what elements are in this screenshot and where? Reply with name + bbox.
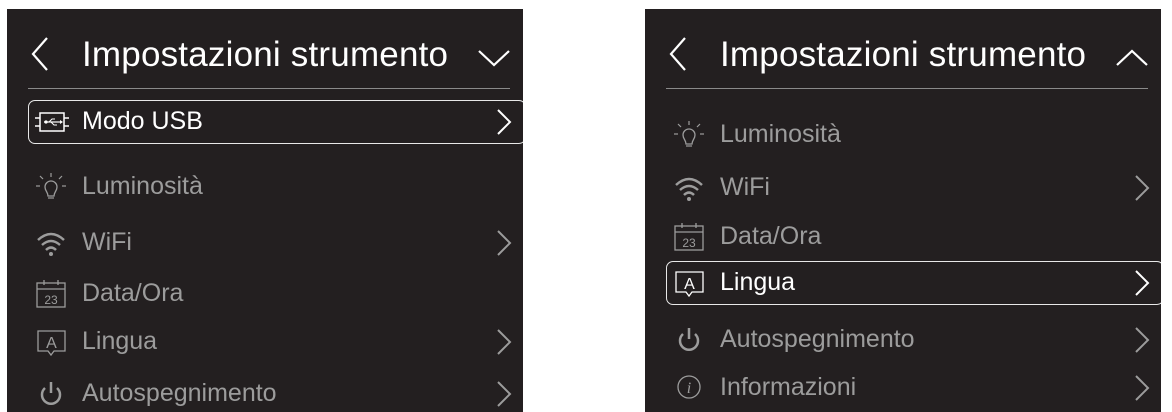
chevron-right-icon bbox=[1135, 175, 1150, 201]
info-icon: i bbox=[677, 375, 701, 399]
settings-screen-right: Impostazioni strumento Luminosità WiFi 2… bbox=[645, 9, 1161, 412]
menu-item-label: WiFi bbox=[720, 173, 770, 201]
menu-item-label: Luminosità bbox=[720, 120, 841, 148]
chevron-down-icon[interactable] bbox=[477, 48, 511, 68]
chevron-up-icon[interactable] bbox=[1115, 48, 1149, 68]
menu-item-wifi[interactable]: WiFi bbox=[28, 221, 523, 265]
menu-item-luminosita[interactable]: Luminosità bbox=[28, 165, 523, 209]
menu-item-label: Lingua bbox=[720, 268, 796, 296]
menu-item-informazioni[interactable]: i Informazioni bbox=[666, 366, 1161, 410]
wifi-icon bbox=[37, 232, 65, 256]
lightbulb-icon bbox=[674, 121, 704, 147]
menu-item-autospegnimento[interactable]: Autospegnimento bbox=[666, 318, 1161, 362]
chevron-right-icon bbox=[1135, 270, 1150, 296]
chevron-right-icon bbox=[497, 329, 512, 355]
menu-item-label: Autospegnimento bbox=[82, 379, 277, 407]
chevron-right-icon bbox=[497, 381, 512, 407]
language-icon: A bbox=[675, 271, 704, 298]
header: Impostazioni strumento bbox=[7, 9, 523, 87]
menu-item-label: Luminosità bbox=[82, 172, 203, 200]
power-icon bbox=[678, 328, 700, 351]
chevron-right-icon bbox=[1135, 375, 1150, 401]
menu-item-data-ora[interactable]: 23 Data/Ora bbox=[666, 215, 1161, 259]
page-title: Impostazioni strumento bbox=[720, 35, 1087, 74]
svg-text:A: A bbox=[46, 335, 57, 352]
menu-item-wifi[interactable]: WiFi bbox=[666, 166, 1161, 210]
language-icon: A bbox=[37, 330, 66, 357]
menu-item-label: WiFi bbox=[82, 228, 132, 256]
menu-item-data-ora[interactable]: 23 Data/Ora bbox=[28, 272, 523, 316]
power-icon bbox=[40, 382, 62, 405]
header-divider bbox=[28, 88, 510, 89]
svg-text:23: 23 bbox=[44, 293, 58, 307]
back-icon[interactable] bbox=[667, 36, 689, 72]
lightbulb-icon bbox=[36, 173, 66, 199]
menu-item-lingua[interactable]: A Lingua bbox=[666, 261, 1161, 305]
menu-item-label: Data/Ora bbox=[720, 222, 822, 250]
header-divider bbox=[666, 88, 1148, 89]
svg-text:23: 23 bbox=[682, 236, 696, 250]
menu-item-lingua[interactable]: A Lingua bbox=[28, 320, 523, 364]
header: Impostazioni strumento bbox=[645, 9, 1161, 87]
menu-item-label: Data/Ora bbox=[82, 279, 184, 307]
menu-item-label: Informazioni bbox=[720, 373, 857, 401]
menu-item-label: Modo USB bbox=[82, 107, 203, 135]
menu-item-label: Lingua bbox=[82, 327, 158, 355]
chevron-right-icon bbox=[497, 109, 512, 135]
calendar-icon: 23 bbox=[36, 280, 66, 308]
menu-item-modo-usb[interactable]: Modo USB bbox=[28, 100, 523, 144]
svg-text:i: i bbox=[687, 380, 691, 397]
menu-item-luminosita[interactable]: Luminosità bbox=[666, 113, 1161, 157]
chevron-right-icon bbox=[1135, 327, 1150, 353]
usb-mode-icon bbox=[35, 112, 69, 132]
calendar-icon: 23 bbox=[674, 223, 704, 251]
chevron-right-icon bbox=[497, 230, 512, 256]
settings-screen-left: Impostazioni strumento Modo USB Luminosi… bbox=[7, 9, 523, 412]
svg-text:A: A bbox=[684, 276, 695, 293]
back-icon[interactable] bbox=[29, 36, 51, 72]
menu-item-autospegnimento[interactable]: Autospegnimento bbox=[28, 372, 523, 412]
menu-item-label: Autospegnimento bbox=[720, 325, 915, 353]
page-title: Impostazioni strumento bbox=[82, 35, 449, 74]
wifi-icon bbox=[675, 177, 703, 201]
